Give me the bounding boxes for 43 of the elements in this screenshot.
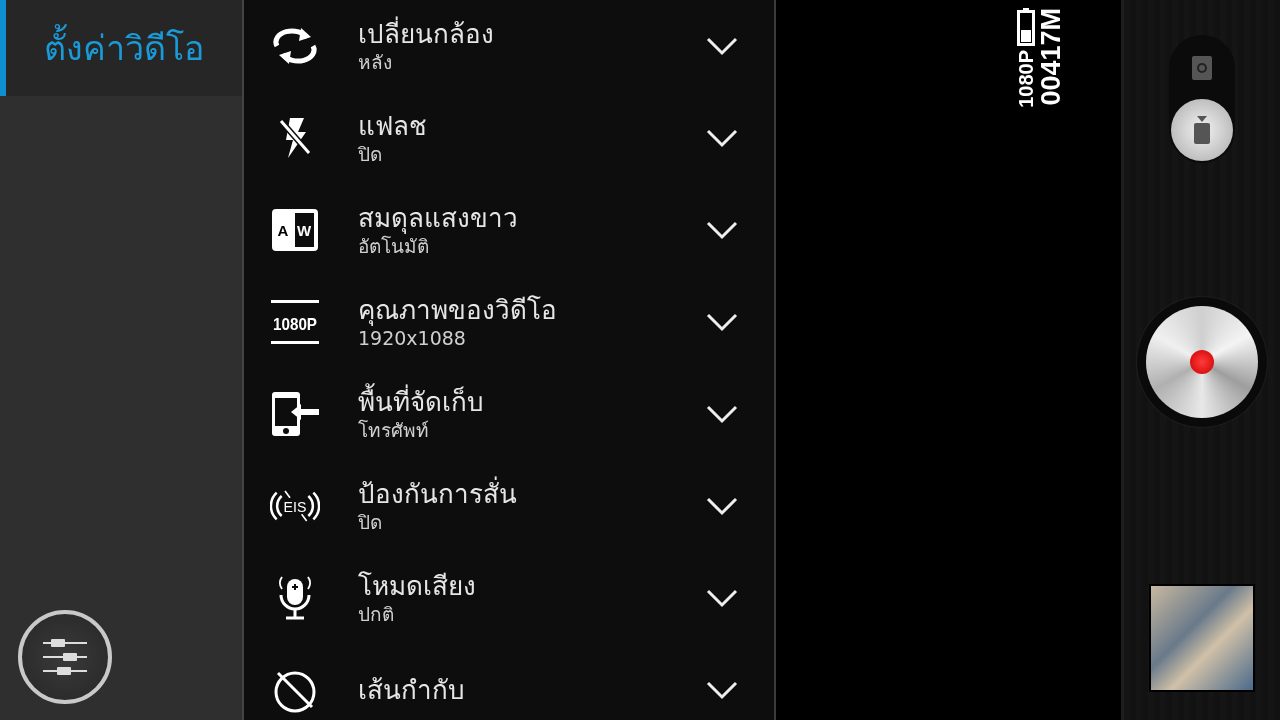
expand-chevron-button[interactable] [706,128,738,148]
sidebar-title: ตั้งค่าวิดีโอ [44,21,204,75]
chevron-down-icon [706,680,738,700]
sliders-icon [43,637,87,677]
microphone-icon [277,575,313,621]
chevron-down-icon [706,128,738,148]
chevron-down-icon [706,588,738,608]
resolution-label: 1080P [1016,50,1036,108]
setting-value: ปกติ [358,602,395,626]
gallery-thumbnail-placeholder[interactable] [1149,584,1255,692]
flash-off-icon [278,116,312,160]
setting-title: โหมดเสียง [358,570,477,603]
chevron-down-icon [706,36,738,56]
expand-chevron-button[interactable] [706,220,738,240]
expand-chevron-button[interactable] [706,404,738,424]
setting-value: โทรศัพท์ [358,418,430,442]
setting-title: สมดุลแสงขาว [358,202,519,235]
expand-chevron-button[interactable] [706,36,738,56]
setting-value: ปิด [358,510,383,534]
chevron-down-icon [706,312,738,332]
setting-title: ป้องกันการสั่น [358,478,706,511]
camera-icon [1192,56,1212,80]
chevron-down-icon [706,404,738,424]
setting-value: หลัง [358,50,393,74]
setting-title: คุณภาพของวิดีโอ [358,294,558,327]
expand-chevron-button[interactable] [706,496,738,516]
remaining-storage-label: 00417M [1038,8,1065,106]
video-camera-icon [1193,116,1211,144]
aw-letters-icon: A W [271,208,319,252]
setting-value: ปิด [358,142,383,166]
setting-value: อัตโนมัติ [358,234,429,258]
setting-value: 1920x1088 [358,326,467,350]
battery-icon [1017,8,1035,46]
expand-chevron-button[interactable] [706,680,738,700]
expand-chevron-button[interactable] [706,588,738,608]
phone-storage-icon [271,392,319,436]
mode-option[interactable] [1171,99,1233,161]
expand-chevron-button[interactable] [706,312,738,332]
setting-title: แฟลช [358,110,428,143]
chevron-down-icon [706,220,738,240]
chevron-down-icon [706,496,738,516]
setting-title: เส้นกำกับ [358,673,466,707]
setting-title: เปลี่ยนกล้อง [358,18,706,51]
